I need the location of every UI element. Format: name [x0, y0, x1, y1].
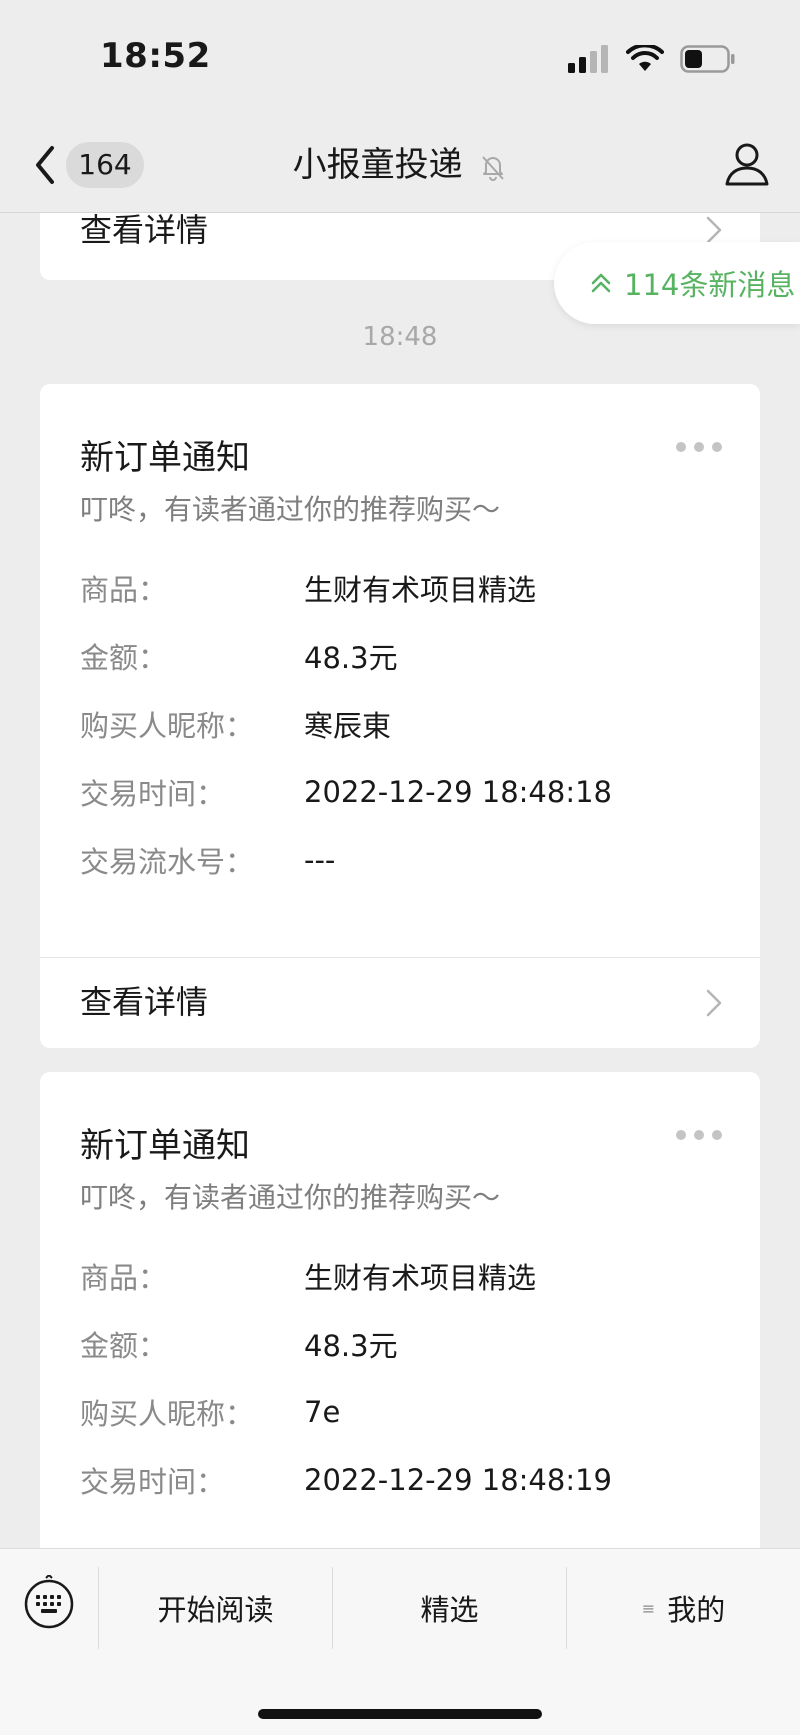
field-key: 购买人昵称： [80, 709, 255, 743]
field-value: --- [304, 843, 336, 877]
menu-item-start-reading[interactable]: 开始阅读 [98, 1567, 332, 1649]
status-icons [568, 42, 736, 76]
card-title: 新订单通知 [80, 1126, 250, 1166]
status-bar: 18:52 [0, 0, 800, 118]
mute-bell-icon [482, 155, 505, 181]
field-row: 商品： 生财有术项目精选 [80, 1242, 720, 1310]
field-key: 交易时间： [80, 1465, 226, 1499]
chat-title-container: 小报童投递 [0, 142, 800, 188]
field-row: 购买人昵称： 寒辰東 [80, 690, 720, 758]
field-value: 48.3元 [304, 1329, 398, 1363]
menu-items: 开始阅读 精选 ≡ 我的 [98, 1567, 800, 1649]
menu-item-mine[interactable]: ≡ 我的 [566, 1567, 800, 1649]
order-fields: 商品： 生财有术项目精选 金额： 48.3元 购买人昵称： 寒辰東 交易时间： … [80, 554, 720, 894]
nav-bar: 164 小报童投递 [0, 118, 800, 213]
field-row: 金额： 48.3元 [80, 622, 720, 690]
new-messages-pill[interactable]: 114条新消息 [554, 242, 800, 324]
order-fields: 商品： 生财有术项目精选 金额： 48.3元 购买人昵称： 7e 交易时间： 2… [80, 1242, 720, 1514]
card-subtitle: 叮咚，有读者通过你的推荐购买～ [80, 1181, 501, 1214]
chevron-right-icon [706, 216, 722, 244]
field-value: 生财有术项目精选 [304, 573, 537, 607]
field-row: 交易时间： 2022-12-29 18:48:18 [80, 758, 720, 826]
field-key: 交易时间： [80, 777, 226, 811]
chat-area[interactable]: 查看详情 114条新消息 18:48 新订单通知 叮咚，有读者通过你的推荐购买～… [0, 212, 800, 1548]
new-messages-label: 114条新消息 [624, 268, 796, 302]
view-details-row[interactable]: 查看详情 [40, 957, 760, 1048]
more-options-icon[interactable] [676, 442, 722, 452]
view-details-label: 查看详情 [80, 212, 209, 249]
menu-item-label: 精选 [420, 1593, 479, 1627]
field-key: 购买人昵称： [80, 1397, 255, 1431]
field-value: 2022-12-29 18:48:19 [304, 1463, 612, 1497]
battery-icon [680, 45, 735, 73]
more-options-icon[interactable] [676, 1130, 722, 1140]
card-title: 新订单通知 [80, 438, 250, 478]
cellular-signal-icon [568, 45, 608, 73]
wifi-icon [626, 45, 664, 71]
field-row: 交易流水号： --- [80, 826, 720, 894]
field-row: 交易时间： 2022-12-29 18:48:19 [80, 1446, 720, 1514]
field-key: 商品： [80, 1261, 168, 1295]
field-value: 生财有术项目精选 [304, 1261, 537, 1295]
field-value: 7e [304, 1395, 341, 1429]
submenu-icon: ≡ [641, 1598, 656, 1618]
chevron-right-icon [706, 989, 722, 1017]
field-key: 交易流水号： [80, 845, 255, 879]
field-row: 商品： 生财有术项目精选 [80, 554, 720, 622]
view-details-label: 查看详情 [80, 983, 209, 1021]
keyboard-toggle-icon[interactable] [22, 1575, 76, 1629]
field-value: 2022-12-29 18:48:18 [304, 775, 612, 809]
status-time: 18:52 [100, 36, 211, 76]
card-subtitle: 叮咚，有读者通过你的推荐购买～ [80, 493, 501, 526]
field-key: 金额： [80, 1329, 168, 1363]
menu-item-featured[interactable]: 精选 [332, 1567, 566, 1649]
profile-icon[interactable] [724, 140, 770, 188]
home-indicator[interactable] [258, 1709, 542, 1719]
menu-item-label: 开始阅读 [157, 1593, 274, 1627]
field-key: 商品： [80, 573, 168, 607]
field-key: 金额： [80, 641, 168, 675]
double-chevron-up-icon [591, 273, 611, 293]
menu-item-label: 我的 [667, 1593, 726, 1627]
field-value: 48.3元 [304, 641, 398, 675]
field-row: 购买人昵称： 7e [80, 1378, 720, 1446]
order-notification-card[interactable]: 新订单通知 叮咚，有读者通过你的推荐购买～ 商品： 生财有术项目精选 金额： 4… [40, 1072, 760, 1548]
order-notification-card[interactable]: 新订单通知 叮咚，有读者通过你的推荐购买～ 商品： 生财有术项目精选 金额： 4… [40, 384, 760, 1048]
chat-title: 小报童投递 [292, 145, 463, 185]
bottom-menu-bar: 开始阅读 精选 ≡ 我的 [0, 1548, 800, 1735]
field-value: 寒辰東 [304, 709, 392, 743]
message-timestamp: 18:48 [362, 322, 438, 352]
field-row: 金额： 48.3元 [80, 1310, 720, 1378]
